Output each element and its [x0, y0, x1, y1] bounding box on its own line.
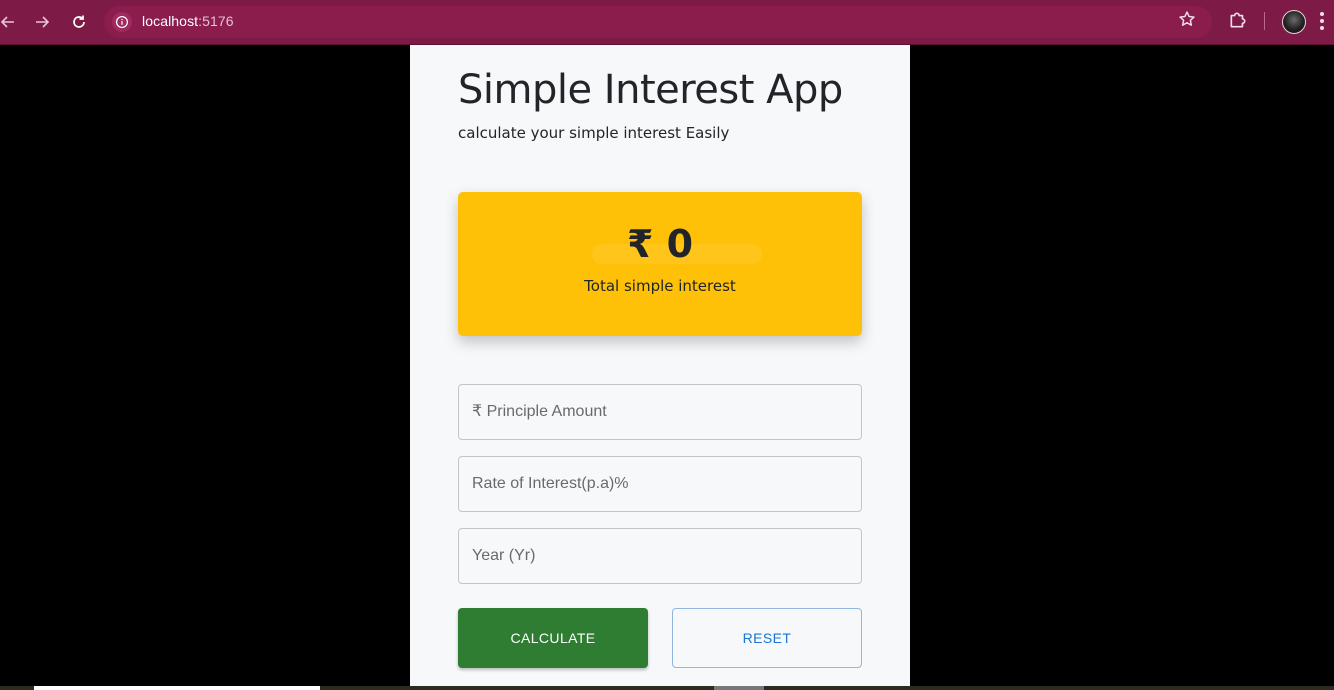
taskbar-window-segment — [34, 686, 320, 690]
arrow-left-icon — [0, 16, 14, 28]
url-host: localhost — [142, 13, 199, 29]
page-subtitle: calculate your simple interest Easily — [458, 124, 730, 142]
result-card: ₹ 0 Total simple interest — [458, 192, 862, 336]
address-bar[interactable]: localhost:5176 — [104, 6, 1212, 38]
year-input[interactable] — [459, 529, 861, 583]
browser-toolbar: localhost:5176 — [0, 0, 1334, 45]
back-button[interactable] — [0, 10, 20, 34]
browser-menu-icon[interactable] — [1320, 12, 1326, 32]
calculate-button[interactable]: CALCULATE — [458, 608, 648, 668]
app-container: Simple Interest App calculate your simpl… — [410, 45, 910, 690]
rate-field — [458, 456, 862, 512]
principle-input[interactable] — [459, 385, 861, 439]
interest-amount: ₹ 0 — [626, 222, 694, 266]
principle-field — [458, 384, 862, 440]
bookmark-star-icon[interactable] — [1178, 10, 1200, 32]
taskbar-gray-segment — [714, 686, 764, 690]
reload-button[interactable] — [67, 10, 91, 34]
forward-button[interactable] — [30, 10, 54, 34]
reload-icon — [73, 15, 85, 28]
page-title: Simple Interest App — [458, 67, 843, 113]
rate-input[interactable] — [459, 457, 861, 511]
arrow-right-icon — [36, 16, 50, 28]
url-text: localhost:5176 — [142, 13, 234, 29]
taskbar-edge — [0, 686, 1334, 690]
interest-label: Total simple interest — [584, 277, 736, 295]
year-field — [458, 528, 862, 584]
url-port: :5176 — [198, 13, 234, 29]
reset-button[interactable]: RESET — [672, 608, 862, 668]
site-info-icon[interactable] — [112, 12, 132, 32]
profile-avatar[interactable] — [1282, 10, 1306, 34]
extensions-puzzle-icon[interactable] — [1228, 10, 1250, 32]
toolbar-divider — [1264, 12, 1265, 30]
